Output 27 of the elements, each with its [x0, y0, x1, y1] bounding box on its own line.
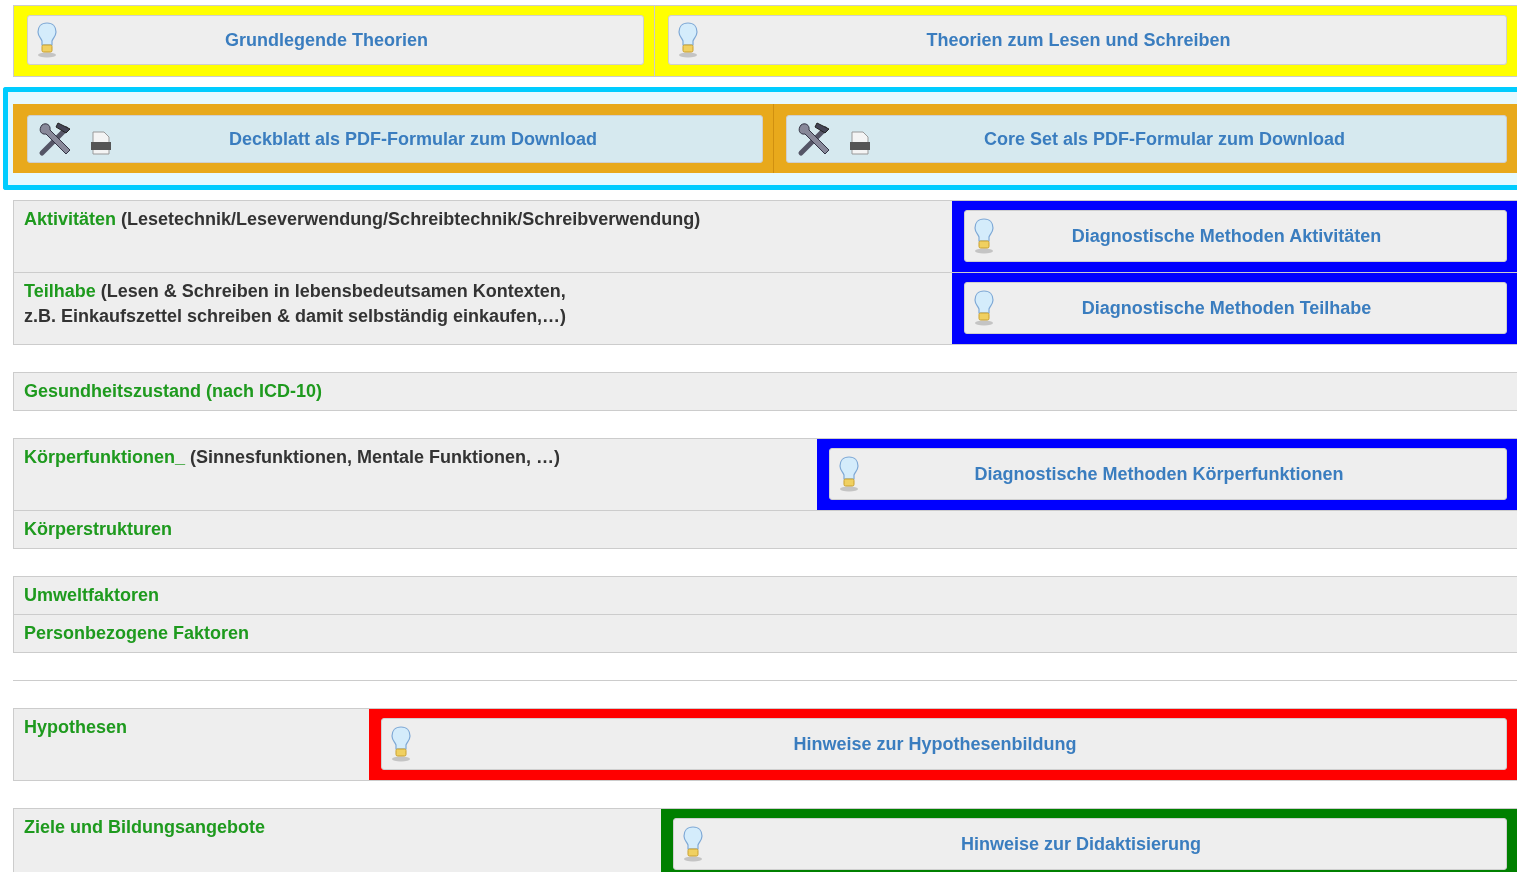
- method-button[interactable]: Hinweise zur Didaktisierung: [673, 818, 1507, 870]
- category-text: Körperstrukturen: [24, 518, 174, 541]
- lightbulb-icon: [973, 290, 995, 326]
- theory-button[interactable]: Theorien zum Lesen und Schreiben: [668, 15, 1507, 65]
- download-button[interactable]: Core Set als PDF-Formular zum Download: [786, 115, 1507, 163]
- method-button[interactable]: Diagnostische Methoden Teilhabe: [964, 282, 1507, 334]
- lightbulb-icon: [973, 218, 995, 254]
- method-button[interactable]: Diagnostische Methoden Körperfunktionen: [829, 448, 1507, 500]
- lightbulb-icon: [682, 826, 704, 862]
- pdf-file-icon: [849, 131, 871, 155]
- category-text: Aktivitäten (Lesetechnik/Leseverwendung/Schreibtechnik/Schreibverwendung): [24, 208, 702, 231]
- category-text: Umweltfaktoren: [24, 584, 161, 607]
- pdf-file-icon: [90, 131, 112, 155]
- method-button[interactable]: Diagnostische Methoden Aktivitäten: [964, 210, 1507, 262]
- lightbulb-icon: [677, 22, 699, 58]
- lightbulb-icon: [838, 456, 860, 492]
- category-text: Teilhabe (Lesen & Schreiben in lebensbedeutsamen Kontexten, z.B. Einkaufszettel schreiben & damit selbständig einkaufen,…): [24, 280, 568, 328]
- category-text: Ziele und Bildungsangebote: [24, 816, 266, 839]
- lightbulb-icon: [390, 726, 412, 762]
- method-button[interactable]: Hinweise zur Hypothesenbildung: [381, 718, 1507, 770]
- theory-button[interactable]: Grundlegende Theorien: [27, 15, 644, 65]
- category-text: Körperfunktionen_ (Sinnesfunktionen, Mentale Funktionen, …): [24, 446, 562, 469]
- lightbulb-icon: [36, 22, 58, 58]
- category-text: Hypothesen: [24, 716, 129, 739]
- download-button[interactable]: Deckblatt als PDF-Formular zum Download: [27, 115, 763, 163]
- category-text: Personbezogene Faktoren: [24, 622, 251, 645]
- category-text: Gesundheitszustand (nach ICD-10): [24, 380, 324, 403]
